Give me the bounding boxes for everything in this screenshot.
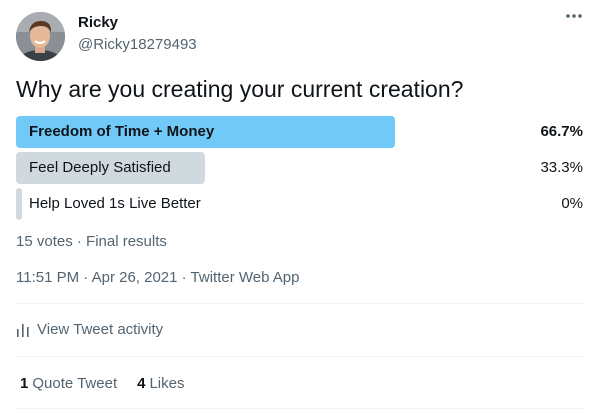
poll-option: Feel Deeply Satisfied 33.3% <box>16 152 586 184</box>
poll-option-percent: 33.3% <box>540 159 583 176</box>
quote-tweets-stat[interactable]: 1 Quote Tweet <box>20 375 117 392</box>
divider <box>16 303 585 304</box>
poll-option-percent: 66.7% <box>540 123 583 140</box>
display-name[interactable]: Ricky <box>78 14 118 31</box>
more-horizontal-icon[interactable] <box>563 8 585 30</box>
likes-count: 4 <box>137 375 146 392</box>
analytics-icon <box>17 323 29 337</box>
likes-label: Likes <box>149 375 185 392</box>
poll-option-percent: 0% <box>561 195 583 212</box>
divider <box>16 356 585 357</box>
view-activity-link[interactable]: View Tweet activity <box>16 321 163 338</box>
poll-summary: 15 votes · Final results <box>16 233 167 250</box>
avatar[interactable] <box>16 12 65 61</box>
likes-stat[interactable]: 4 Likes <box>137 375 184 392</box>
poll-question: Why are you creating your current creati… <box>16 76 464 102</box>
quote-tweets-label: Quote Tweet <box>32 375 118 392</box>
poll-option-label: Freedom of Time + Money <box>29 123 215 140</box>
poll-option-label: Feel Deeply Satisfied <box>29 159 171 176</box>
tweet-timestamp[interactable]: 11:51 PM · Apr 26, 2021 · Twitter Web Ap… <box>16 269 300 286</box>
poll-option: Help Loved 1s Live Better 0% <box>16 188 586 220</box>
poll-result-bar <box>16 188 22 220</box>
poll-option: Freedom of Time + Money 66.7% <box>16 116 586 148</box>
poll-option-label: Help Loved 1s Live Better <box>29 195 201 212</box>
quote-tweets-count: 1 <box>20 375 29 392</box>
user-handle[interactable]: @Ricky18279493 <box>78 36 197 53</box>
tweet-stats: 1 Quote Tweet 4 Likes <box>20 375 205 392</box>
divider <box>16 408 585 409</box>
view-activity-label: View Tweet activity <box>37 321 164 338</box>
